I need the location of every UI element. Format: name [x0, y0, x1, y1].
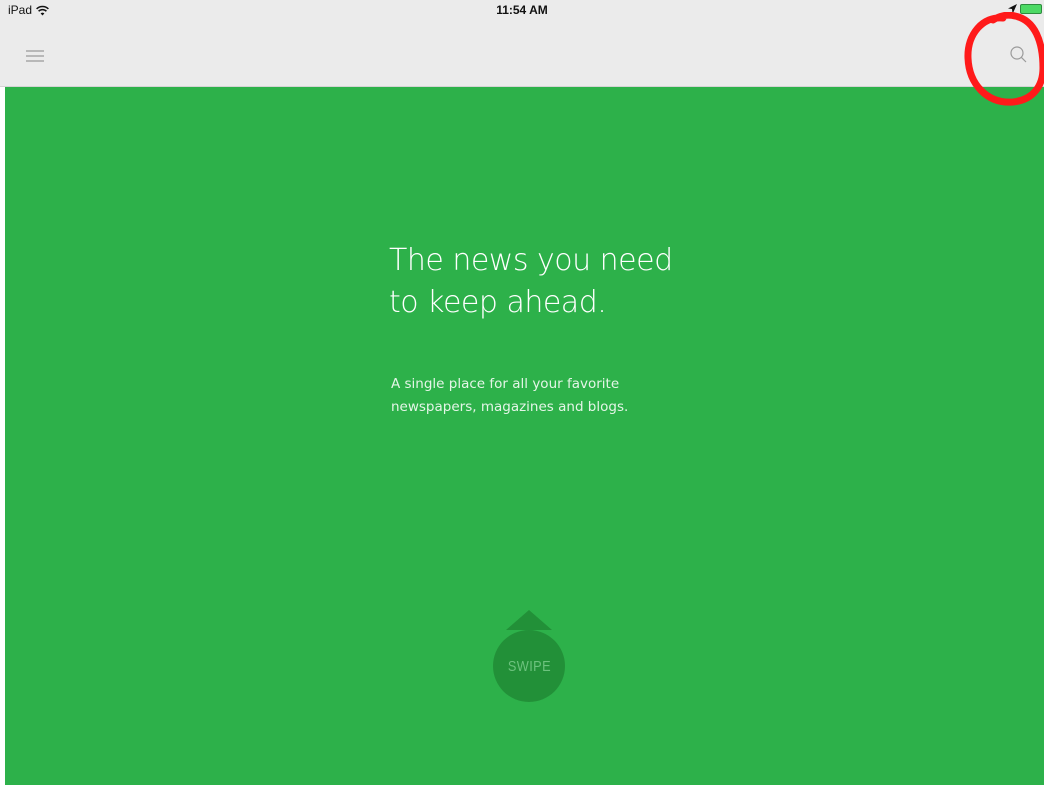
status-time: 11:54 AM: [496, 3, 548, 17]
hero-headline: The news you need to keep ahead.: [389, 240, 789, 324]
hamburger-icon: [26, 50, 44, 62]
location-arrow-icon: [1008, 4, 1017, 14]
headline-line: to keep ahead.: [389, 285, 607, 320]
subline-line: A single place for all your favorite: [391, 376, 620, 392]
subline-line: newspapers, magazines and blogs.: [391, 399, 629, 415]
battery-icon: [1020, 4, 1042, 14]
search-icon: [1010, 46, 1027, 63]
status-right: [1008, 4, 1042, 14]
swipe-button[interactable]: SWIPE: [493, 610, 565, 705]
onboarding-panel: The news you need to keep ahead. A singl…: [5, 87, 1044, 785]
up-arrow-icon: [506, 610, 552, 630]
menu-button[interactable]: [20, 42, 50, 72]
swipe-label: SWIPE: [507, 657, 551, 675]
status-bar: iPad 11:54 AM: [0, 0, 1044, 20]
search-button[interactable]: [1004, 40, 1034, 70]
headline-line: The news you need: [389, 243, 673, 278]
hero-subline: A single place for all your favorite new…: [391, 373, 751, 419]
app-screen: iPad 11:54 AM The news you need to keep …: [0, 0, 1044, 785]
nav-bar: [0, 20, 1044, 87]
swipe-circle: SWIPE: [493, 630, 565, 702]
